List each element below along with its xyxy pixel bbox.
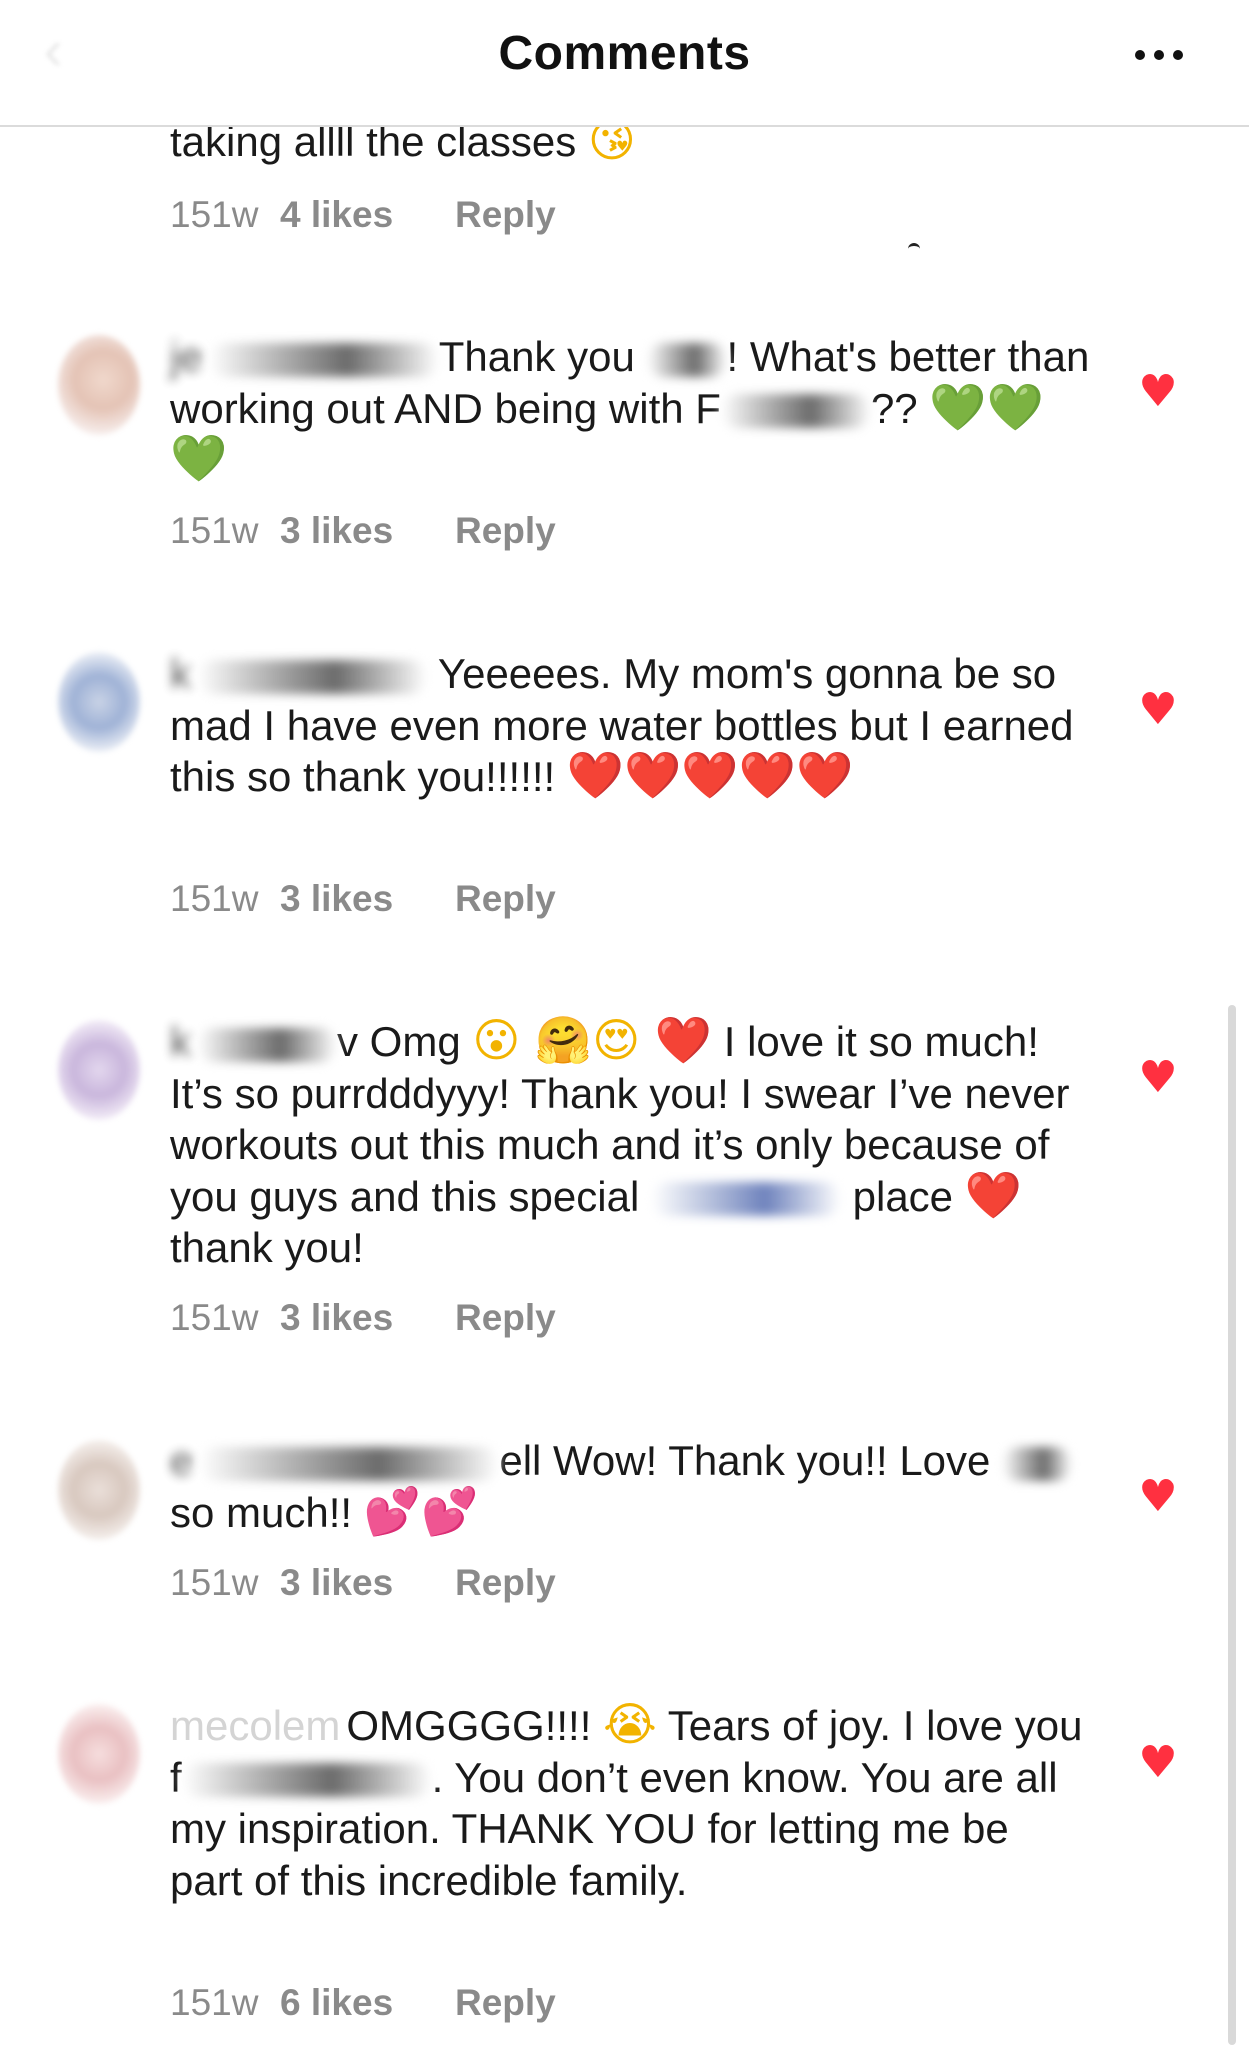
like-heart-icon[interactable]: ♥ — [1137, 688, 1179, 732]
like-heart-icon[interactable]: ♥ — [1137, 1741, 1179, 1785]
redacted-name — [646, 342, 727, 377]
redacted-username — [197, 1027, 337, 1062]
username[interactable]: mecolem — [170, 1700, 340, 1752]
username[interactable]: je — [170, 331, 203, 383]
reply-button[interactable]: Reply — [455, 878, 556, 920]
username[interactable]: k — [170, 1016, 191, 1068]
username[interactable]: e — [170, 1435, 193, 1487]
scrollbar[interactable] — [1228, 1005, 1236, 2045]
redacted-username — [199, 1446, 500, 1481]
redacted-username — [197, 659, 427, 694]
comment-likes[interactable]: 4 likes — [280, 194, 455, 236]
two-hearts-emoji: 💕💕 — [363, 1483, 479, 1538]
comment-text: k Yeeeees. My mom's gonna be so mad I ha… — [170, 648, 1074, 802]
red-heart-emoji: ❤️❤️❤️❤️❤️ — [566, 748, 854, 802]
red-heart-emoji: ❤️ — [964, 1167, 1022, 1222]
stray-mark — [908, 243, 920, 252]
redacted-name — [1002, 1446, 1073, 1481]
more-horizontal-icon[interactable] — [1135, 50, 1185, 62]
reply-button[interactable]: Reply — [455, 510, 556, 552]
comment-text: kv Omg 😮 🤗😍 ❤️ I love it so much! It’s s… — [170, 1013, 1070, 1271]
like-heart-icon[interactable]: ♥ — [1137, 1475, 1179, 1519]
username[interactable]: k — [170, 648, 191, 700]
comment-text: e ell Wow! Thank you!! Love so much!! 💕💕 — [170, 1435, 1090, 1538]
reply-button[interactable]: Reply — [455, 1982, 556, 2024]
comment-meta: 151w 3 likes Reply — [170, 1562, 556, 1604]
avatar[interactable] — [58, 1020, 140, 1120]
comment-meta: 151w 3 likes Reply — [170, 1297, 556, 1339]
redacted-hashtag — [650, 1182, 841, 1217]
redacted-name — [181, 1763, 432, 1798]
avatar[interactable] — [58, 652, 140, 752]
reply-button[interactable]: Reply — [455, 194, 556, 236]
like-heart-icon[interactable]: ♥ — [1137, 370, 1179, 414]
crying-emoji: 😭 — [603, 1697, 657, 1751]
header-bar: ‹ Comments — [0, 0, 1249, 127]
comments-feed[interactable]: taking allll the classes 😘 151w 4 likes … — [0, 0, 1249, 2048]
comment-time: 151w — [170, 194, 259, 235]
comment-text: mecolem OMGGGG!!!! 😭 Tears of joy. I love… — [170, 1697, 1083, 1904]
face-emojis: 😮 🤗😍 ❤️ — [472, 1013, 713, 1067]
redacted-name — [720, 394, 871, 429]
avatar[interactable] — [58, 335, 140, 435]
comment-meta: 151w 4 likes Reply — [170, 194, 556, 236]
like-heart-icon[interactable]: ♥ — [1137, 1056, 1179, 1100]
comment-text: je Thank you ! What's better than working… — [170, 331, 1090, 485]
comment-meta: 151w 3 likes Reply — [170, 510, 556, 552]
reply-button[interactable]: Reply — [455, 1297, 556, 1339]
page-title: Comments — [498, 27, 751, 80]
reply-button[interactable]: Reply — [455, 1562, 556, 1604]
comment-meta: 151w 3 likes Reply — [170, 878, 556, 920]
avatar[interactable] — [58, 1704, 140, 1804]
avatar[interactable] — [58, 1440, 140, 1540]
redacted-mention — [208, 342, 439, 377]
comment-meta: 151w 6 likes Reply — [170, 1982, 556, 2024]
